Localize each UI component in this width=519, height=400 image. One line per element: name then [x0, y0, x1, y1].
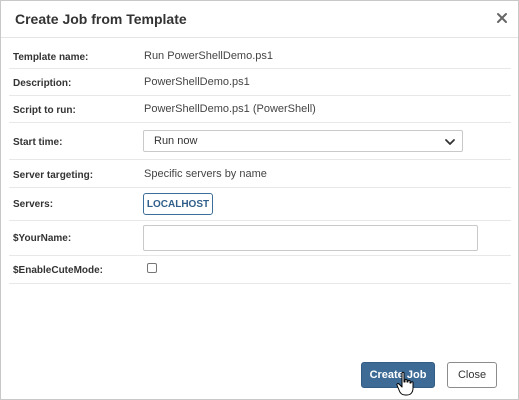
row-divider: [9, 187, 511, 188]
description-value: PowerShellDemo.ps1: [144, 76, 250, 88]
start-time-label: Start time:: [13, 137, 63, 148]
script-value: PowerShellDemo.ps1 (PowerShell): [144, 103, 316, 115]
create-job-button[interactable]: Create Job: [361, 362, 435, 388]
server-tag-localhost[interactable]: LOCALHOST: [143, 193, 213, 215]
your-name-input[interactable]: [143, 225, 478, 251]
server-targeting-label: Server targeting:: [13, 170, 94, 181]
row-divider: [9, 68, 511, 69]
server-targeting-value: Specific servers by name: [144, 168, 267, 180]
row-divider: [9, 283, 511, 284]
enable-cute-mode-label: $EnableCuteMode:: [13, 265, 104, 276]
close-button[interactable]: Close: [447, 362, 497, 388]
script-label: Script to run:: [13, 105, 76, 116]
template-name-value: Run PowerShellDemo.ps1: [144, 50, 274, 62]
dialog-header: Create Job from Template: [1, 1, 518, 38]
start-time-selected: Run now: [154, 135, 198, 147]
your-name-label: $YourName:: [13, 233, 72, 244]
row-divider: [9, 122, 511, 123]
servers-label: Servers:: [13, 199, 54, 210]
start-time-select[interactable]: Run now: [143, 130, 463, 152]
row-divider: [9, 255, 511, 256]
enable-cute-mode-checkbox[interactable]: [147, 263, 157, 273]
close-icon[interactable]: [494, 10, 510, 26]
template-name-label: Template name:: [13, 52, 89, 63]
description-label: Description:: [13, 78, 72, 89]
chevron-down-icon: [445, 139, 455, 145]
dialog-title: Create Job from Template: [15, 11, 187, 27]
create-job-dialog: Create Job from Template Template name: …: [0, 0, 519, 400]
row-divider: [9, 95, 511, 96]
row-divider: [9, 220, 511, 221]
row-divider: [9, 159, 511, 160]
